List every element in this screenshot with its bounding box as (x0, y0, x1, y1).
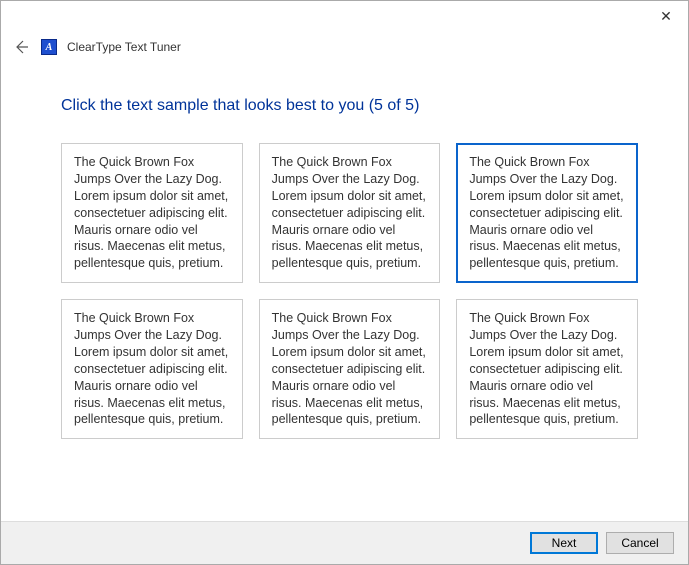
close-icon: ✕ (660, 8, 672, 25)
close-button[interactable]: ✕ (644, 1, 688, 31)
cancel-button[interactable]: Cancel (606, 532, 674, 554)
text-sample-5[interactable]: The Quick Brown Fox Jumps Over the Lazy … (259, 299, 441, 439)
app-title: ClearType Text Tuner (67, 40, 181, 54)
text-sample-4[interactable]: The Quick Brown Fox Jumps Over the Lazy … (61, 299, 243, 439)
content-area: Click the text sample that looks best to… (1, 57, 688, 521)
text-sample-1[interactable]: The Quick Brown Fox Jumps Over the Lazy … (61, 143, 243, 283)
footer: Next Cancel (1, 521, 688, 564)
next-button[interactable]: Next (530, 532, 598, 554)
page-heading: Click the text sample that looks best to… (61, 97, 638, 115)
back-button[interactable] (11, 37, 31, 57)
header-row: ClearType Text Tuner (1, 31, 688, 57)
text-sample-6[interactable]: The Quick Brown Fox Jumps Over the Lazy … (456, 299, 638, 439)
titlebar: ✕ (1, 1, 688, 31)
app-icon (41, 39, 57, 55)
text-sample-3[interactable]: The Quick Brown Fox Jumps Over the Lazy … (456, 143, 638, 283)
samples-grid: The Quick Brown Fox Jumps Over the Lazy … (61, 143, 638, 439)
text-sample-2[interactable]: The Quick Brown Fox Jumps Over the Lazy … (259, 143, 441, 283)
back-arrow-icon (13, 39, 29, 55)
